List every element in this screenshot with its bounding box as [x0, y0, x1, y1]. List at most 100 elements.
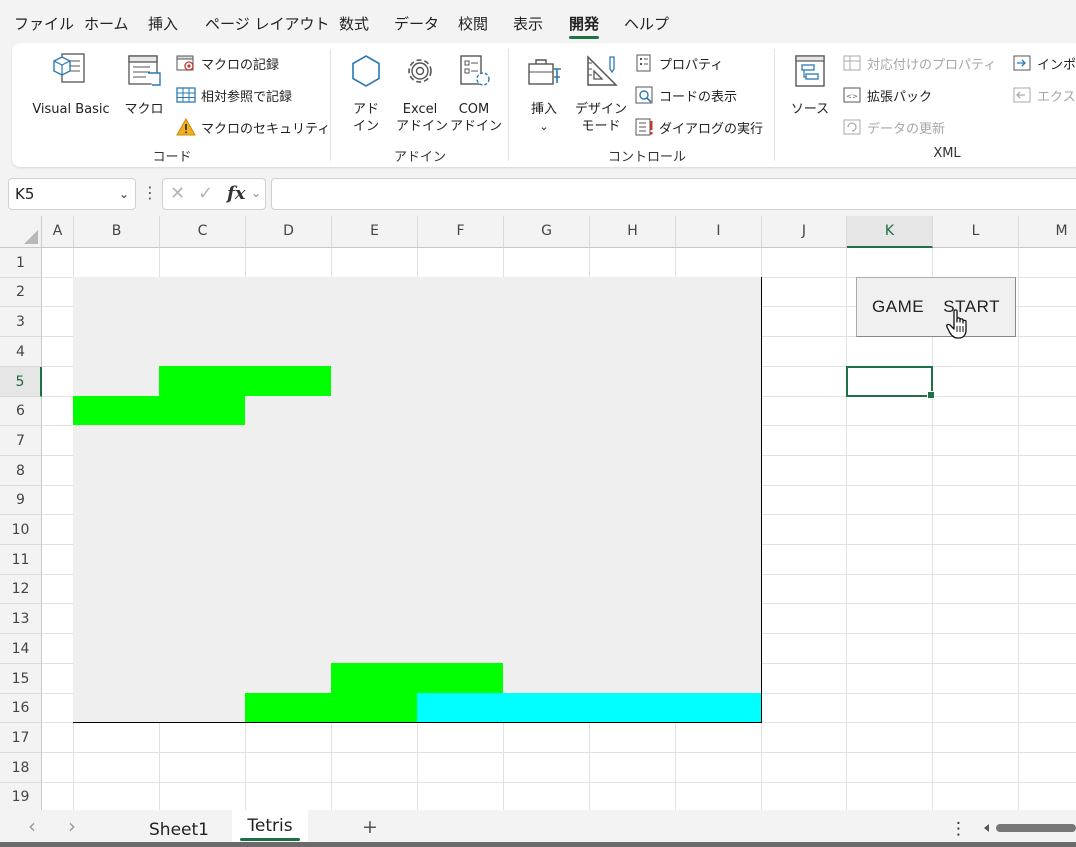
- tetris-empty-cell[interactable]: [417, 396, 504, 426]
- row-header-16[interactable]: 16: [0, 694, 42, 723]
- row-header-17[interactable]: 17: [0, 723, 42, 753]
- tetris-empty-cell[interactable]: [245, 544, 332, 575]
- row-header-8[interactable]: 8: [0, 456, 42, 486]
- tetris-empty-cell[interactable]: [331, 396, 418, 426]
- tetris-empty-cell[interactable]: [675, 306, 762, 337]
- tetris-empty-cell[interactable]: [675, 425, 762, 456]
- tetris-block-cell[interactable]: [73, 396, 160, 426]
- add-ins-button[interactable]: アド イン: [344, 51, 388, 134]
- tetris-empty-cell[interactable]: [503, 514, 590, 545]
- tetris-empty-cell[interactable]: [73, 514, 160, 545]
- column-header-g[interactable]: G: [504, 216, 590, 248]
- worksheet-grid[interactable]: ABCDEFGHIJKLM 1 2 3 4 5 6 7 8 9 10 11 12 13 14 15 16 17 1…: [0, 216, 1076, 810]
- sheet-tab-tetris[interactable]: Tetris: [232, 810, 308, 844]
- tetris-empty-cell[interactable]: [503, 336, 590, 367]
- tab-developer[interactable]: 開発: [569, 13, 600, 39]
- tetris-empty-cell[interactable]: [331, 455, 418, 486]
- tetris-block-cell[interactable]: [503, 693, 590, 723]
- select-all-button[interactable]: [0, 216, 42, 248]
- tetris-empty-cell[interactable]: [675, 663, 762, 694]
- tetris-empty-cell[interactable]: [417, 544, 504, 575]
- tetris-empty-cell[interactable]: [73, 485, 160, 515]
- horizontal-scrollbar[interactable]: [982, 822, 1076, 834]
- tetris-empty-cell[interactable]: [503, 485, 590, 515]
- tetris-empty-cell[interactable]: [589, 485, 676, 515]
- tetris-block-cell[interactable]: [245, 366, 332, 397]
- tetris-empty-cell[interactable]: [589, 366, 676, 397]
- com-add-ins-button[interactable]: COM アドイン: [450, 51, 502, 134]
- tetris-empty-cell[interactable]: [675, 603, 762, 634]
- tetris-empty-cell[interactable]: [73, 455, 160, 486]
- tetris-empty-cell[interactable]: [503, 455, 590, 486]
- tetris-empty-cell[interactable]: [245, 574, 332, 604]
- column-header-m[interactable]: M: [1019, 216, 1076, 248]
- tetris-empty-cell[interactable]: [503, 396, 590, 426]
- tetris-empty-cell[interactable]: [159, 574, 246, 604]
- tetris-empty-cell[interactable]: [417, 306, 504, 337]
- tab-view[interactable]: 表示: [513, 13, 543, 35]
- row-header-10[interactable]: 10: [0, 515, 42, 545]
- tetris-empty-cell[interactable]: [159, 663, 246, 694]
- tab-insert[interactable]: 挿入: [148, 13, 178, 35]
- tetris-empty-cell[interactable]: [675, 633, 762, 664]
- tetris-block-cell[interactable]: [417, 663, 504, 694]
- tetris-empty-cell[interactable]: [159, 514, 246, 545]
- previous-sheet-icon[interactable]: ‹: [28, 814, 36, 838]
- tetris-empty-cell[interactable]: [73, 574, 160, 604]
- tetris-empty-cell[interactable]: [417, 366, 504, 397]
- row-header-4[interactable]: 4: [0, 337, 42, 367]
- insert-function-icon[interactable]: fx: [227, 183, 245, 204]
- tetris-empty-cell[interactable]: [331, 633, 418, 664]
- tetris-block-cell[interactable]: [159, 396, 246, 426]
- tetris-empty-cell[interactable]: [331, 514, 418, 545]
- tetris-empty-cell[interactable]: [245, 663, 332, 694]
- name-box-dropdown-icon[interactable]: ⌄: [119, 179, 129, 209]
- row-header-14[interactable]: 14: [0, 634, 42, 664]
- formula-bar-options-icon[interactable]: ⋮: [142, 183, 158, 202]
- tab-page-layout[interactable]: ページ レイアウト: [205, 13, 329, 35]
- tetris-empty-cell[interactable]: [73, 603, 160, 634]
- tetris-block-cell[interactable]: [245, 693, 332, 723]
- macro-security-button[interactable]: マクロのセキュリティ: [176, 115, 330, 139]
- tetris-empty-cell[interactable]: [417, 425, 504, 456]
- tetris-empty-cell[interactable]: [245, 425, 332, 456]
- tetris-empty-cell[interactable]: [245, 603, 332, 634]
- tetris-empty-cell[interactable]: [331, 485, 418, 515]
- row-header-7[interactable]: 7: [0, 426, 42, 456]
- row-header-15[interactable]: 15: [0, 664, 42, 694]
- tetris-empty-cell[interactable]: [417, 455, 504, 486]
- tab-file[interactable]: ファイル: [14, 13, 74, 35]
- row-header-19[interactable]: 19: [0, 783, 42, 810]
- column-header-c[interactable]: C: [160, 216, 246, 248]
- tetris-empty-cell[interactable]: [73, 633, 160, 664]
- tetris-empty-cell[interactable]: [159, 336, 246, 367]
- column-header-k[interactable]: K: [847, 216, 933, 248]
- tetris-empty-cell[interactable]: [245, 633, 332, 664]
- tetris-empty-cell[interactable]: [589, 455, 676, 486]
- tetris-empty-cell[interactable]: [589, 633, 676, 664]
- tetris-empty-cell[interactable]: [73, 366, 160, 397]
- formula-input[interactable]: [271, 178, 1076, 210]
- refresh-data-button[interactable]: データの更新: [842, 115, 945, 139]
- tetris-empty-cell[interactable]: [245, 514, 332, 545]
- tetris-empty-cell[interactable]: [417, 633, 504, 664]
- sheet-tab-sheet1[interactable]: Sheet1: [136, 816, 222, 844]
- tetris-block-cell[interactable]: [417, 693, 504, 723]
- tetris-empty-cell[interactable]: [73, 306, 160, 337]
- tetris-empty-cell[interactable]: [589, 544, 676, 575]
- tetris-block-cell[interactable]: [589, 693, 676, 723]
- tetris-block-cell[interactable]: [331, 663, 418, 694]
- tetris-empty-cell[interactable]: [331, 277, 418, 307]
- tetris-empty-cell[interactable]: [675, 455, 762, 486]
- tetris-empty-cell[interactable]: [245, 396, 332, 426]
- tetris-empty-cell[interactable]: [245, 277, 332, 307]
- tetris-empty-cell[interactable]: [245, 485, 332, 515]
- tetris-block-cell[interactable]: [331, 693, 418, 723]
- column-header-a[interactable]: A: [42, 216, 74, 248]
- row-header-12[interactable]: 12: [0, 575, 42, 604]
- tetris-empty-cell[interactable]: [675, 277, 762, 307]
- macros-button[interactable]: マクロ: [122, 51, 166, 121]
- active-cell-selection[interactable]: [846, 366, 935, 399]
- tetris-empty-cell[interactable]: [159, 544, 246, 575]
- tetris-empty-cell[interactable]: [159, 455, 246, 486]
